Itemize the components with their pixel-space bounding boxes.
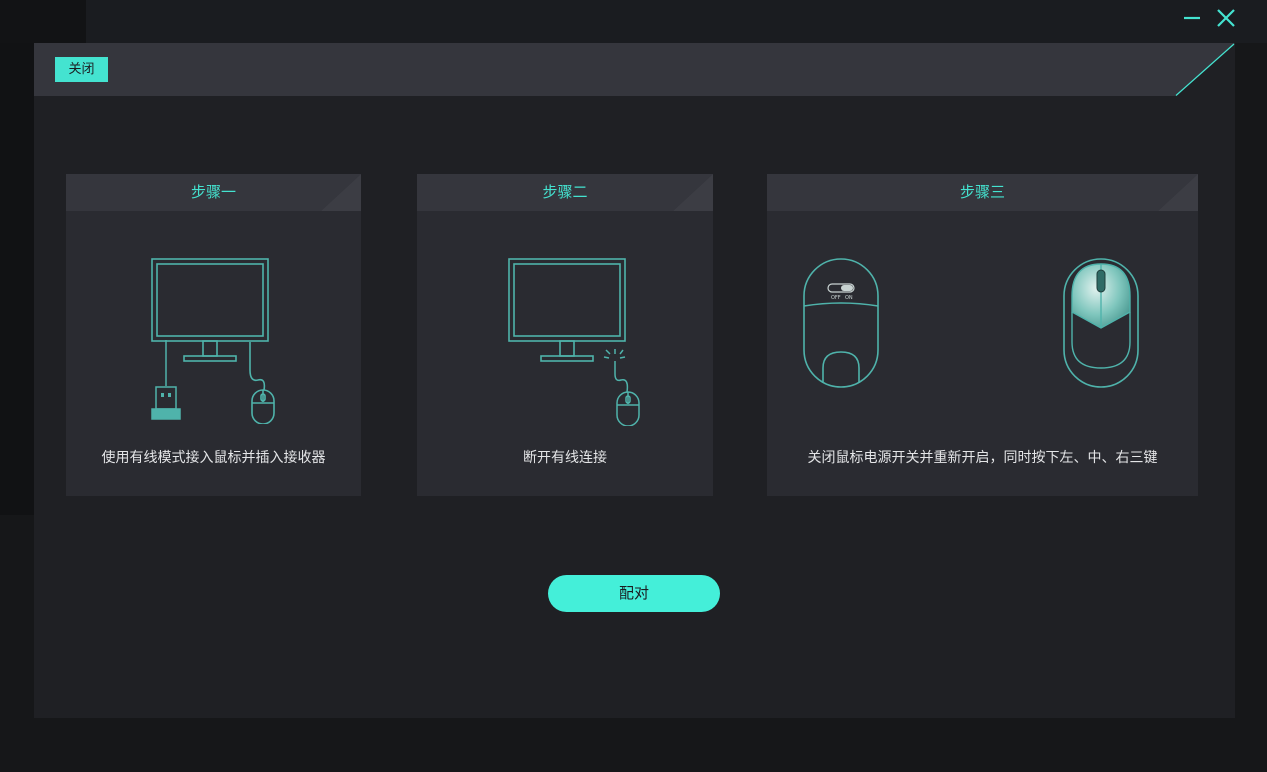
step-title: 步骤二 — [542, 183, 588, 201]
step-card-2: 步骤二 断开有线连接 — [417, 174, 713, 496]
step-card-3: 步骤三 OFF ON 关闭鼠标电源开关并重新开启，同时按下左、中、右三键 — [767, 174, 1198, 496]
wired-mouse-icon — [242, 342, 282, 428]
disconnected-mouse-icon — [601, 346, 645, 430]
mouse-bottom-icon: OFF ON — [801, 256, 881, 396]
pairing-dialog: 关闭 步骤一 使用有线模式接入鼠标并插入接收器 步骤二 断开有线连接 步骤三 O… — [34, 43, 1235, 718]
pair-button[interactable]: 配对 — [548, 575, 720, 612]
close-icon[interactable] — [1214, 6, 1238, 30]
mouse-top-icon — [1061, 256, 1141, 396]
step-description: 使用有线模式接入鼠标并插入接收器 — [101, 450, 326, 466]
step-description: 断开有线连接 — [523, 450, 607, 466]
step-header: 步骤二 — [417, 174, 713, 211]
switch-off-label: OFF — [831, 295, 841, 301]
background-left — [0, 0, 34, 515]
minimize-icon[interactable] — [1181, 6, 1205, 30]
background-top-left — [0, 0, 86, 43]
step-title: 步骤一 — [190, 183, 236, 201]
close-button[interactable]: 关闭 — [55, 57, 108, 82]
step-header: 步骤三 — [767, 174, 1198, 211]
step-header: 步骤一 — [66, 174, 361, 211]
title-bar — [86, 0, 1267, 43]
step-title: 步骤三 — [959, 183, 1005, 201]
dialog-header: 关闭 — [34, 43, 1235, 96]
step-description: 关闭鼠标电源开关并重新开启，同时按下左、中、右三键 — [807, 450, 1158, 466]
switch-on-label: ON — [845, 295, 853, 301]
usb-receiver-icon — [150, 340, 184, 426]
step-card-1: 步骤一 使用有线模式接入鼠标并插入接收器 — [66, 174, 361, 496]
